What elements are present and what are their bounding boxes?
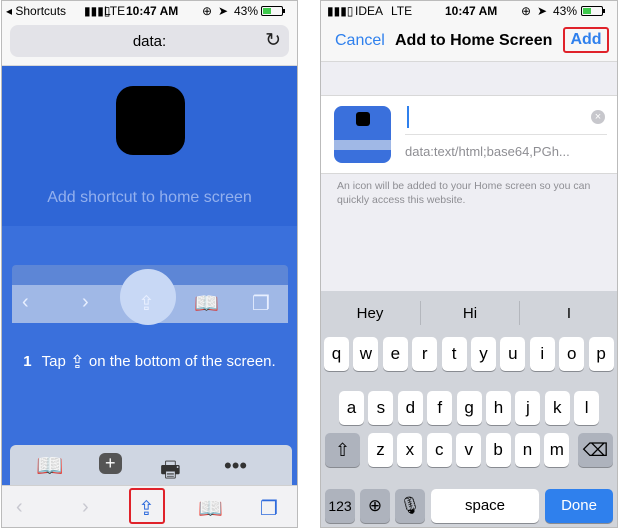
- battery-percent: 43%: [553, 4, 578, 18]
- shortcut-name-input[interactable]: ×: [405, 104, 607, 135]
- keyboard: Hey Hi I ⇧ ⌫ 123 ⊕ 🎙 space Done qwertyui…: [321, 291, 617, 527]
- step-text-before: Tap: [41, 353, 66, 370]
- key-o[interactable]: o: [559, 337, 585, 371]
- reload-icon[interactable]: ↻: [265, 29, 281, 52]
- microphone-icon[interactable]: 🎙: [395, 489, 425, 523]
- key-a[interactable]: a: [339, 391, 364, 425]
- demo-forward-icon: ›: [82, 291, 89, 313]
- nav-title: Add to Home Screen: [395, 32, 553, 49]
- share-icon: ⇪: [69, 352, 85, 372]
- demo-back-icon: ‹: [22, 291, 29, 313]
- key-q[interactable]: q: [324, 337, 349, 371]
- location-icon: ➤: [537, 4, 548, 18]
- browser-top-bar: ◂ Shortcuts ▮▮▮▯ LTE 10:47 AM ⊕ ➤ 43% da…: [2, 1, 297, 66]
- key-m[interactable]: m: [544, 433, 570, 467]
- suggestion-divider: [420, 301, 421, 325]
- back-app-label: Shortcuts: [15, 4, 67, 18]
- add-button[interactable]: Add: [563, 27, 609, 53]
- key-e[interactable]: e: [382, 337, 408, 371]
- key-r[interactable]: r: [412, 337, 438, 371]
- address-bar[interactable]: data: ↻: [10, 25, 289, 57]
- suggestion-1[interactable]: Hey: [335, 305, 405, 322]
- back-to-app[interactable]: ◂ Shortcuts: [6, 4, 66, 18]
- battery-fill: [263, 8, 271, 14]
- signal-icon: ▮▮▮▯: [327, 4, 354, 18]
- page-subtitle: Add shortcut to home screen: [47, 189, 252, 206]
- cancel-button[interactable]: Cancel: [335, 32, 385, 50]
- key-p[interactable]: p: [588, 337, 614, 371]
- suggestion-2[interactable]: Hi: [435, 305, 505, 322]
- text-cursor: [407, 106, 409, 128]
- status-time: 10:47 AM: [126, 4, 179, 18]
- clear-text-icon[interactable]: ×: [591, 110, 605, 124]
- key-z[interactable]: z: [368, 433, 393, 467]
- step-text-after: on the bottom of the screen.: [88, 353, 276, 370]
- key-w[interactable]: w: [353, 337, 379, 371]
- status-time: 10:47 AM: [445, 4, 498, 18]
- key-g[interactable]: g: [456, 391, 482, 425]
- globe-icon[interactable]: ⊕: [360, 489, 390, 523]
- more-icon[interactable]: •••: [224, 453, 247, 479]
- bookmarks-icon[interactable]: 📖: [198, 496, 223, 521]
- battery-fill: [583, 8, 591, 14]
- nav-bar: Cancel Add to Home Screen Add: [321, 21, 617, 62]
- share-button-highlight: [129, 488, 165, 524]
- backspace-key[interactable]: ⌫: [578, 433, 613, 467]
- key-k[interactable]: k: [544, 391, 570, 425]
- carrier-label: IDEA: [355, 4, 384, 18]
- key-j[interactable]: j: [515, 391, 541, 425]
- demo-share-icon: ⇪: [138, 293, 155, 315]
- numbers-key[interactable]: 123: [325, 489, 355, 523]
- key-v[interactable]: v: [456, 433, 482, 467]
- battery-percent: 43%: [234, 4, 259, 18]
- key-c[interactable]: c: [426, 433, 452, 467]
- add-to-home-icon[interactable]: +: [99, 453, 122, 474]
- address-text: data:: [132, 33, 167, 50]
- location-icon: ➤: [218, 4, 229, 18]
- suggestion-3[interactable]: I: [534, 305, 604, 322]
- forward-icon[interactable]: ›: [82, 496, 89, 519]
- add-bookmark-icon[interactable]: 📖: [36, 453, 63, 479]
- key-f[interactable]: f: [427, 391, 453, 425]
- shift-key[interactable]: ⇧: [325, 433, 360, 467]
- step-number: 1: [23, 353, 32, 370]
- key-t[interactable]: t: [441, 337, 467, 371]
- key-x[interactable]: x: [397, 433, 423, 467]
- right-phone-screen: ▮▮▮▯ IDEA LTE 10:47 AM ⊕ ➤ 43% Cancel Ad…: [320, 0, 618, 528]
- key-y[interactable]: y: [471, 337, 496, 371]
- done-key[interactable]: Done: [545, 489, 613, 523]
- url-preview: data:text/html;base64,PGh...: [405, 144, 570, 159]
- status-bar: ▮▮▮▯ IDEA LTE 10:47 AM ⊕ ➤ 43%: [321, 1, 617, 21]
- key-u[interactable]: u: [500, 337, 526, 371]
- key-s[interactable]: s: [368, 391, 394, 425]
- website-thumbnail: [334, 106, 391, 163]
- network-label: LTE: [391, 4, 413, 18]
- suggestion-divider: [519, 301, 520, 325]
- tabs-icon[interactable]: ❐: [260, 496, 278, 521]
- key-h[interactable]: h: [486, 391, 511, 425]
- left-phone-screen: ◂ Shortcuts ▮▮▮▯ LTE 10:47 AM ⊕ ➤ 43% da…: [1, 0, 298, 528]
- battery-icon: [261, 6, 285, 16]
- thumbnail-icon: [356, 112, 370, 126]
- lock-rotation-icon: ⊕: [521, 4, 532, 18]
- status-bar: ◂ Shortcuts ▮▮▮▯ LTE 10:47 AM ⊕ ➤ 43%: [2, 1, 297, 21]
- key-i[interactable]: i: [529, 337, 555, 371]
- key-l[interactable]: l: [574, 391, 600, 425]
- key-b[interactable]: b: [485, 433, 511, 467]
- carrier-label: LTE: [104, 4, 126, 18]
- home-screen-card: × data:text/html;base64,PGh...: [321, 95, 617, 174]
- back-icon[interactable]: ‹: [16, 496, 23, 519]
- thumbnail-band: [334, 140, 391, 150]
- demo-tabs-icon: ❐: [252, 293, 270, 315]
- demo-bookmarks-icon: 📖: [194, 293, 219, 315]
- instruction-step: 1 Tap ⇪ on the bottom of the screen.: [2, 351, 297, 373]
- space-key[interactable]: space: [431, 489, 539, 523]
- shortcut-app-icon: [116, 86, 185, 155]
- key-d[interactable]: d: [397, 391, 423, 425]
- key-n[interactable]: n: [515, 433, 540, 467]
- battery-icon: [581, 6, 605, 16]
- info-note: An icon will be added to your Home scree…: [337, 180, 591, 206]
- lock-rotation-icon: ⊕: [202, 4, 213, 18]
